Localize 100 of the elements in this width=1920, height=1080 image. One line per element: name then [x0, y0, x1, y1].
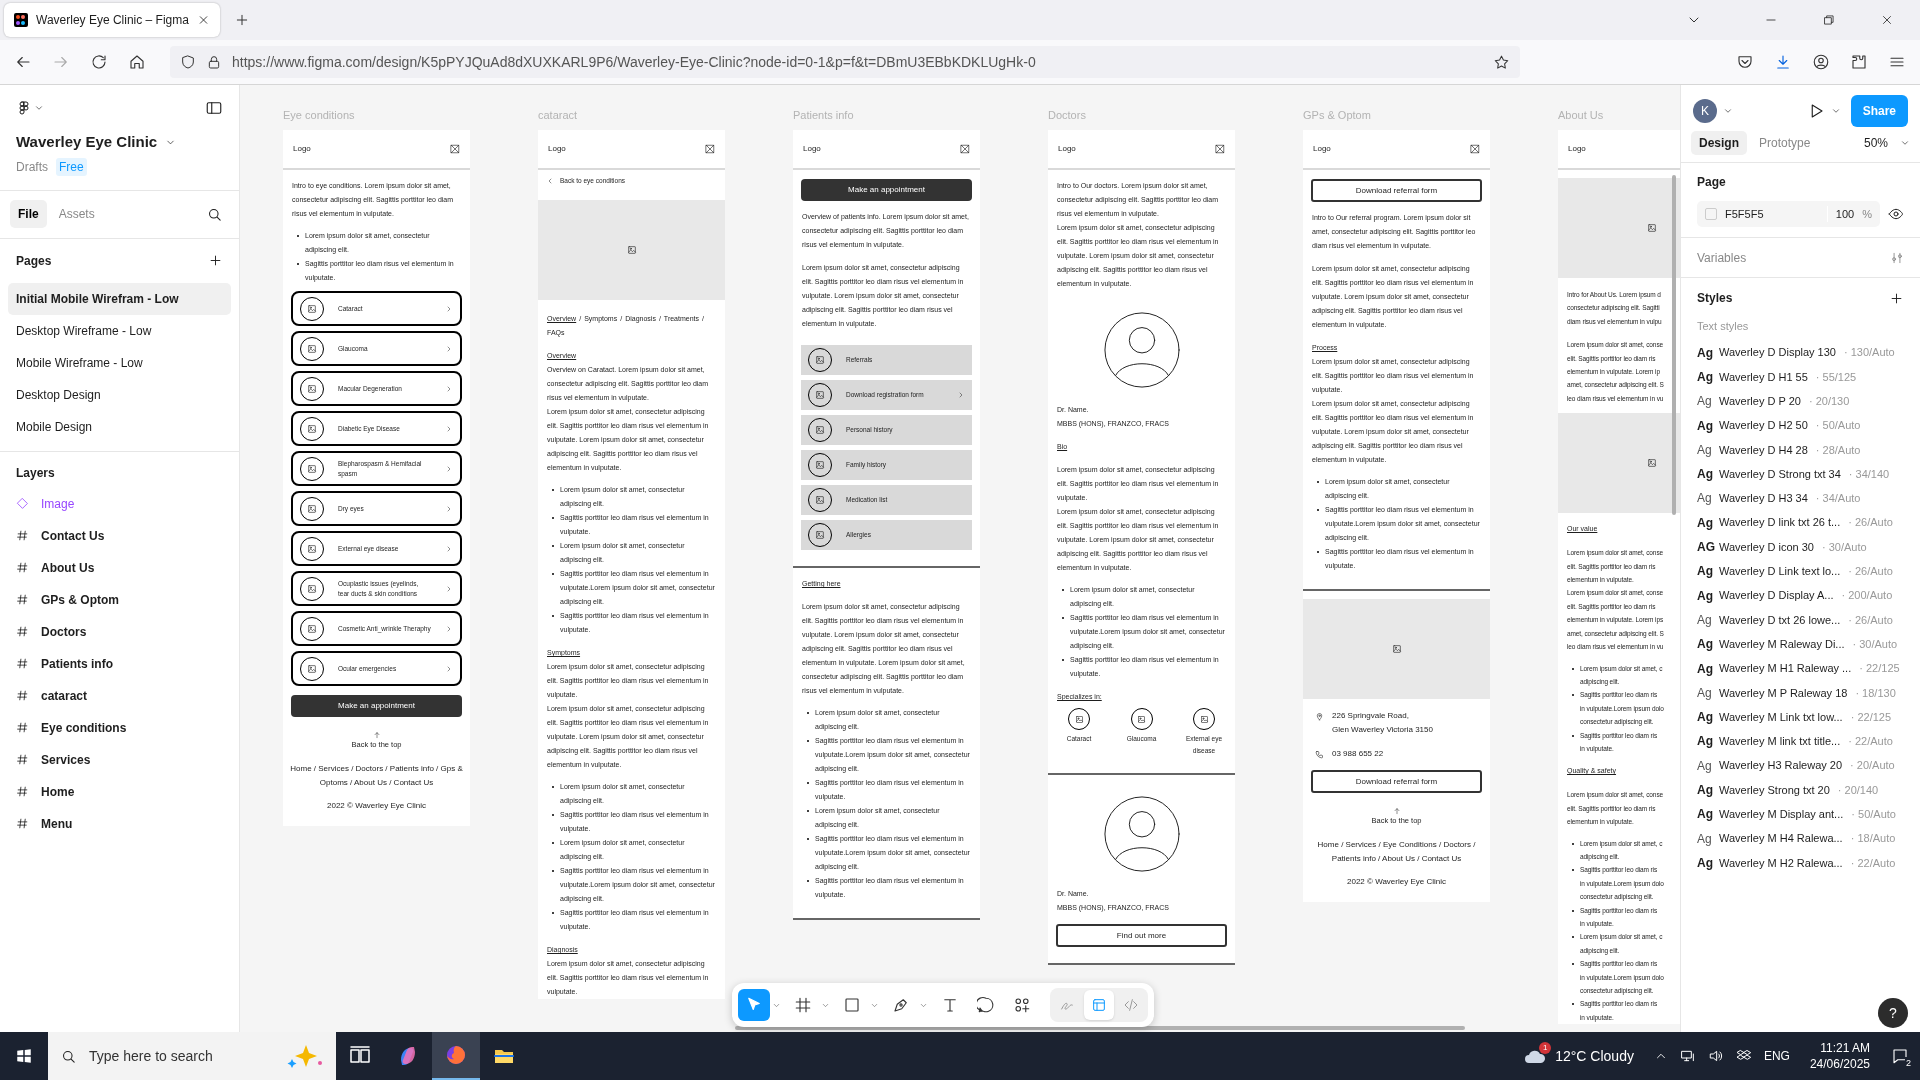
text-style-item[interactable]: Ag Waverley D H3 34 · 34/Auto [1681, 486, 1920, 511]
action-button[interactable]: Make an appointment [291, 695, 462, 717]
text-style-item[interactable]: Ag Waverley D Display 130 · 130/Auto [1681, 340, 1920, 365]
close-icon[interactable] [1880, 13, 1894, 27]
layer-item[interactable]: Menu [41, 814, 73, 833]
text-style-item[interactable]: Ag Waverley M Display ant... · 50/Auto [1681, 802, 1920, 827]
text-style-item[interactable]: Ag Waverley M link txt title... · 22/Auto [1681, 729, 1920, 754]
page-item[interactable]: Desktop Design [8, 378, 231, 411]
caret-icon[interactable] [1723, 106, 1733, 116]
reload-icon[interactable] [90, 53, 108, 71]
mode-button[interactable] [1084, 990, 1114, 1020]
search-field[interactable]: Type here to search [89, 1041, 272, 1071]
shield-icon[interactable] [180, 54, 196, 70]
page-item[interactable]: Desktop Wireframe - Low [8, 314, 231, 347]
close-box-icon[interactable] [450, 144, 460, 154]
text-style-item[interactable]: Ag Waverley M H2 Ralewa... · 22/Auto [1681, 850, 1920, 876]
layer-item[interactable]: Image [41, 494, 75, 513]
browser-tab[interactable]: Waverley Eye Clinic – Figma [4, 3, 220, 37]
page-color-field[interactable]: F5F5F5 100 % [1697, 201, 1880, 227]
text-style-item[interactable]: Ag Waverley H3 Raleway 20 · 20/Auto [1681, 753, 1920, 778]
text-style-item[interactable]: Ag Waverley D Link text lo... · 26/Auto [1681, 559, 1920, 584]
text-style-item[interactable]: Ag Waverley D P 20 · 20/130 [1681, 389, 1920, 414]
frame-icon [16, 625, 29, 638]
account-icon[interactable] [1812, 53, 1830, 71]
panel-tab[interactable]: Assets [50, 200, 103, 228]
help-button[interactable]: ? [1878, 998, 1908, 1028]
text-style-item[interactable]: Ag Waverley D H2 50 · 50/Auto [1681, 413, 1920, 438]
layer-item[interactable]: Home [41, 782, 75, 801]
file-name[interactable]: Waverley Eye Clinic [16, 131, 158, 154]
add-icon[interactable] [208, 253, 223, 268]
clock-time[interactable]: 11:21 AM [1820, 1040, 1870, 1056]
lock-icon[interactable] [206, 54, 222, 70]
caret-icon[interactable] [34, 103, 44, 113]
panel-tab[interactable]: File [10, 200, 47, 228]
style-meta: · 50/Auto [1851, 807, 1896, 823]
sidebar-toggle-icon[interactable] [205, 99, 223, 117]
add-icon[interactable] [1889, 290, 1904, 306]
page-item[interactable]: Mobile Design [8, 410, 231, 443]
figma-menu-icon[interactable] [16, 100, 32, 116]
layer-item[interactable]: Services [41, 750, 91, 769]
pocket-icon[interactable] [1736, 53, 1754, 71]
text-style-item[interactable]: Ag Waverley D Strong txt 34 · 34/140 [1681, 462, 1920, 487]
text-style-item[interactable]: Ag Waverley M P Raleway 18 · 18/130 [1681, 680, 1920, 705]
clock-date[interactable]: 24/06/2025 [1809, 1056, 1870, 1072]
arrow-up-icon[interactable] [1392, 807, 1401, 815]
close-box-icon[interactable] [705, 144, 715, 154]
language-indicator[interactable]: ENG [1763, 1047, 1790, 1065]
layer-item[interactable]: Patients info [41, 654, 113, 673]
layer-item[interactable]: About Us [41, 558, 95, 577]
address-bar[interactable]: https://www.figma.com/design/K5pPYJQuAd8dXUXKARL9P6/Waverley-Eye-Clinic?node-id=0-1&p=f&t=DBmU3EBbKDKLUgHk-0 [170, 46, 1520, 78]
text-style-item[interactable]: Ag Waverley M Raleway Di... · 30/Auto [1681, 632, 1920, 657]
eye-icon[interactable] [1888, 206, 1904, 222]
user-avatar[interactable]: K [1693, 99, 1717, 123]
style-name: Waverley M Link txt low... [1719, 709, 1843, 725]
network-icon[interactable] [1679, 1048, 1696, 1064]
footer-links[interactable]: Home / Services / Eye Conditions / Doctors / Patients info / About Us / Contact Us [1303, 838, 1490, 866]
zoom-level[interactable]: 50% [1863, 133, 1888, 152]
adjust-icon[interactable] [1890, 250, 1904, 265]
action-button[interactable]: Find out more [1056, 924, 1227, 947]
text-style-item[interactable]: Ag Waverley D H1 55 · 55/125 [1681, 364, 1920, 390]
caret-icon[interactable] [1830, 106, 1841, 116]
text-style-item[interactable]: Ag Waverley Strong txt 20 · 20/140 [1681, 777, 1920, 803]
vertical-scrollbar[interactable] [1672, 175, 1676, 515]
text-style-item[interactable]: Ag Waverley D txt 26 lowe... · 26/Auto [1681, 607, 1920, 633]
page-item[interactable]: Initial Mobile Wirefram - Low [8, 282, 231, 315]
action-button[interactable]: Make an appointment [801, 179, 972, 201]
arrow-up-icon[interactable] [372, 731, 381, 739]
layer-item[interactable]: Eye conditions [41, 718, 127, 737]
panel-tab[interactable]: Prototype [1751, 130, 1819, 155]
layer-item[interactable]: Doctors [41, 622, 87, 641]
search-box[interactable]: Type here to search [48, 1032, 336, 1080]
restore-icon[interactable] [1822, 13, 1836, 27]
weather-widget[interactable]: 1 12°C Cloudy [1523, 1045, 1634, 1067]
bookmark-star-icon[interactable] [1493, 53, 1510, 71]
text-style-item[interactable]: Ag Waverley M Link txt low... · 22/125 [1681, 704, 1920, 730]
layer-item[interactable]: GPs & Optom [41, 590, 119, 609]
download-icon[interactable] [1774, 53, 1792, 71]
layer-item[interactable]: Contact Us [41, 526, 105, 545]
action-button[interactable]: Download referral form [1311, 179, 1482, 202]
panel-tab[interactable]: Design [1691, 130, 1747, 155]
notifications-button[interactable]: 2 [1880, 1032, 1920, 1080]
text-style-item[interactable]: Ag Waverley D Display A... · 200/Auto [1681, 583, 1920, 608]
close-box-icon[interactable] [1470, 144, 1480, 154]
page-item[interactable]: Mobile Wireframe - Low [8, 346, 231, 379]
text-style-item[interactable]: Ag Waverley D link txt 26 t... · 26/Auto [1681, 510, 1920, 535]
image-icon [1646, 223, 1657, 233]
text-style-item[interactable]: Ag Waverley M H1 Raleway ... · 22/125 [1681, 656, 1920, 681]
close-box-icon[interactable] [1215, 144, 1225, 154]
layer-item[interactable]: cataract [41, 686, 88, 705]
text-style-item[interactable]: Ag Waverley M H4 Ralewa... · 18/Auto [1681, 826, 1920, 851]
close-box-icon[interactable] [960, 144, 970, 154]
text-style-item[interactable]: AG Waverley D icon 30 · 30/Auto [1681, 534, 1920, 560]
volume-icon[interactable] [1707, 1048, 1724, 1064]
extensions-icon[interactable] [1850, 53, 1868, 71]
home-icon[interactable] [128, 53, 146, 71]
new-tab-icon[interactable] [234, 12, 250, 28]
chevron-left-icon[interactable] [546, 177, 554, 185]
action-button[interactable]: Download referral form [1311, 770, 1482, 793]
footer-links[interactable]: Home / Services / Doctors / Patients info / Gps & Optoms / About Us / Contact Us [283, 762, 470, 790]
text-style-item[interactable]: Ag Waverley D H4 28 · 28/Auto [1681, 437, 1920, 462]
